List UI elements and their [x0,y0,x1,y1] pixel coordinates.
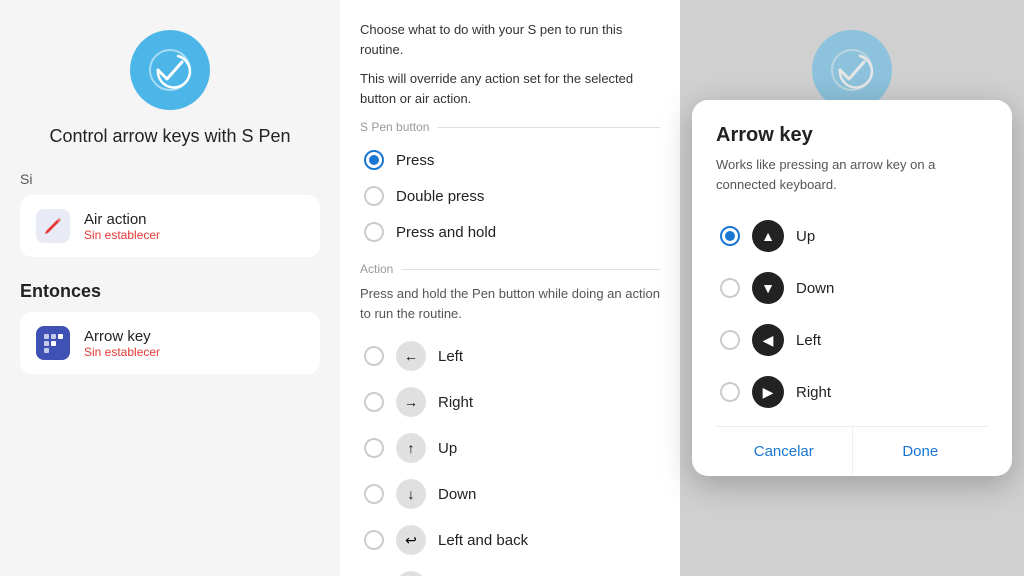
pencil-icon [43,216,63,236]
press-label: Press [396,152,434,169]
dialog-desc: Works like pressing an arrow key on a co… [716,155,988,194]
right-radio[interactable] [364,392,384,412]
si-label: Si [20,171,32,187]
left-option[interactable]: ← Left [360,333,660,379]
dialog-right-radio[interactable] [720,382,740,402]
right-arrow-btn: → [396,387,426,417]
middle-desc1: Choose what to do with your S pen to run… [360,20,660,59]
arrow-key-card[interactable]: Arrow key Sin establecer [20,312,320,374]
down-option[interactable]: ↓ Down [360,471,660,517]
down-label: Down [438,486,476,503]
left-panel: Control arrow keys with S Pen Si Air act… [0,0,340,576]
air-action-icon [36,209,70,243]
app-icon [130,30,210,110]
down-radio[interactable] [364,484,384,504]
done-button[interactable]: Done [853,427,989,476]
up-radio[interactable] [364,438,384,458]
air-action-card[interactable]: Air action Sin establecer [20,195,320,257]
dialog-right-option[interactable]: ▶ Right [716,366,988,418]
double-press-label: Double press [396,188,484,205]
left-back-radio[interactable] [364,530,384,550]
checkmark-icon [148,48,192,92]
arrow-grid-icon [42,332,64,354]
up-option[interactable]: ↑ Up [360,425,660,471]
dialog-actions: Cancelar Done [716,426,988,476]
press-radio[interactable] [364,150,384,170]
arrow-key-sub: Sin establecer [84,345,160,359]
left-radio[interactable] [364,346,384,366]
up-arrow-btn: ↑ [396,433,426,463]
s-pen-button-label: S Pen button [360,120,660,134]
right-back-option[interactable]: ↪ Right and back [360,563,660,576]
dialog-up-radio[interactable] [720,226,740,246]
dialog-up-option[interactable]: ▲ Up [716,210,988,262]
dialog-down-option[interactable]: ▼ Down [716,262,988,314]
action-desc: Press and hold the Pen button while doin… [360,284,660,323]
bg-checkmark-icon [830,48,874,92]
arrow-key-info: Arrow key Sin establecer [84,328,160,359]
left-back-option[interactable]: ↩ Left and back [360,517,660,563]
dialog-left-label: Left [796,332,821,349]
press-hold-label: Press and hold [396,224,496,241]
press-option[interactable]: Press [360,142,660,178]
right-label: Right [438,394,473,411]
app-title: Control arrow keys with S Pen [49,126,290,147]
right-panel: Control arrow keys with S Pen Arrow key … [680,0,1024,576]
air-action-name: Air action [84,211,160,228]
dialog-left-radio[interactable] [720,330,740,350]
action-label: Action [360,262,660,276]
right-option[interactable]: → Right [360,379,660,425]
bg-app-icon [812,30,892,110]
entonces-label: Entonces [20,281,101,302]
arrow-key-name: Arrow key [84,328,160,345]
left-arrow-btn: ← [396,341,426,371]
dialog-down-radio[interactable] [720,278,740,298]
dialog-down-label: Down [796,280,834,297]
double-press-option[interactable]: Double press [360,178,660,214]
up-dir-icon: ▲ [752,220,784,252]
left-back-label: Left and back [438,532,528,549]
arrow-key-dialog: Arrow key Works like pressing an arrow k… [692,100,1012,476]
dialog-right-label: Right [796,384,831,401]
down-arrow-btn: ↓ [396,479,426,509]
right-back-arrow-btn: ↪ [396,571,426,576]
middle-desc2: This will override any action set for th… [360,69,660,108]
air-action-info: Air action Sin establecer [84,211,160,242]
double-press-radio[interactable] [364,186,384,206]
left-back-arrow-btn: ↩ [396,525,426,555]
press-hold-option[interactable]: Press and hold [360,214,660,250]
cancel-button[interactable]: Cancelar [716,427,853,476]
up-label: Up [438,440,457,457]
dialog-left-option[interactable]: ◀ Left [716,314,988,366]
air-action-sub: Sin establecer [84,228,160,242]
dialog-title: Arrow key [716,124,988,147]
left-label: Left [438,348,463,365]
dialog-up-label: Up [796,228,815,245]
left-dir-icon: ◀ [752,324,784,356]
down-dir-icon: ▼ [752,272,784,304]
middle-panel: Choose what to do with your S pen to run… [340,0,680,576]
right-dir-icon: ▶ [752,376,784,408]
arrow-key-icon [36,326,70,360]
press-hold-radio[interactable] [364,222,384,242]
